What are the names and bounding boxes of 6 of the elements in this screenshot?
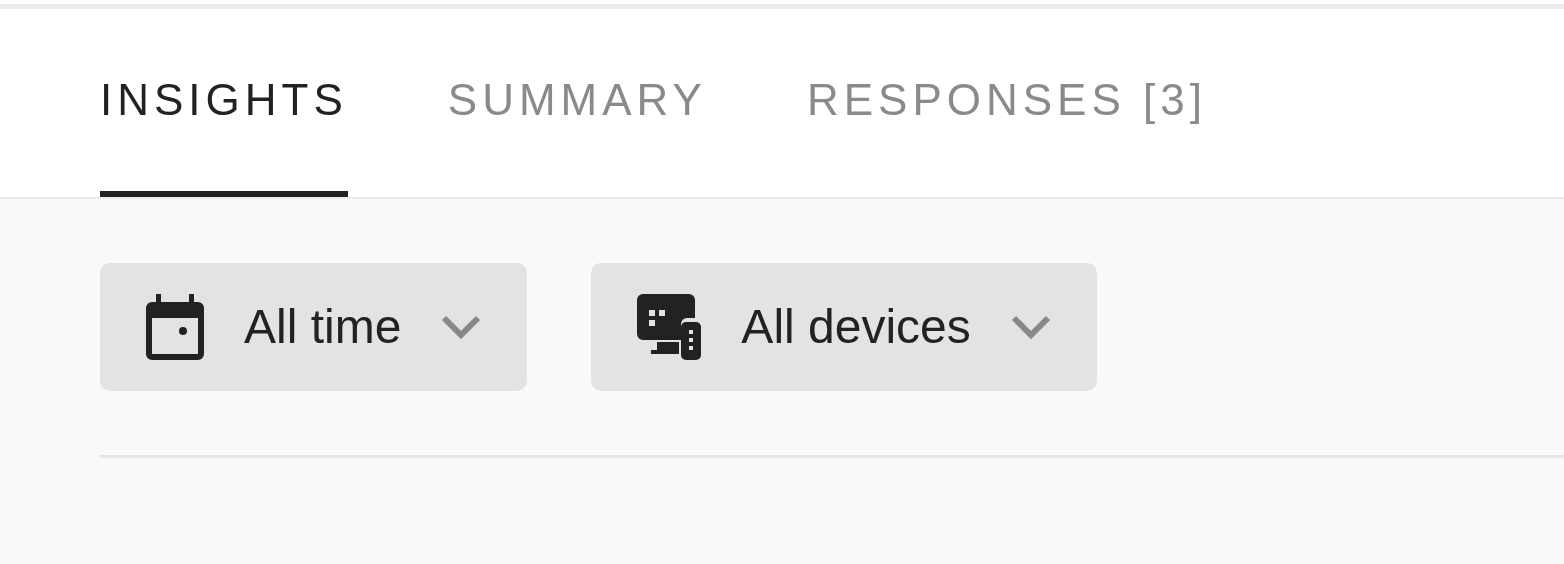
filter-dropdown[interactable]: All time — [100, 263, 528, 391]
devices-icon — [637, 294, 702, 360]
filter-dropdown[interactable]: All devices — [591, 263, 1097, 391]
caret-icon — [1010, 315, 1051, 339]
calendar-icon — [146, 294, 204, 360]
caret-icon — [441, 315, 482, 339]
